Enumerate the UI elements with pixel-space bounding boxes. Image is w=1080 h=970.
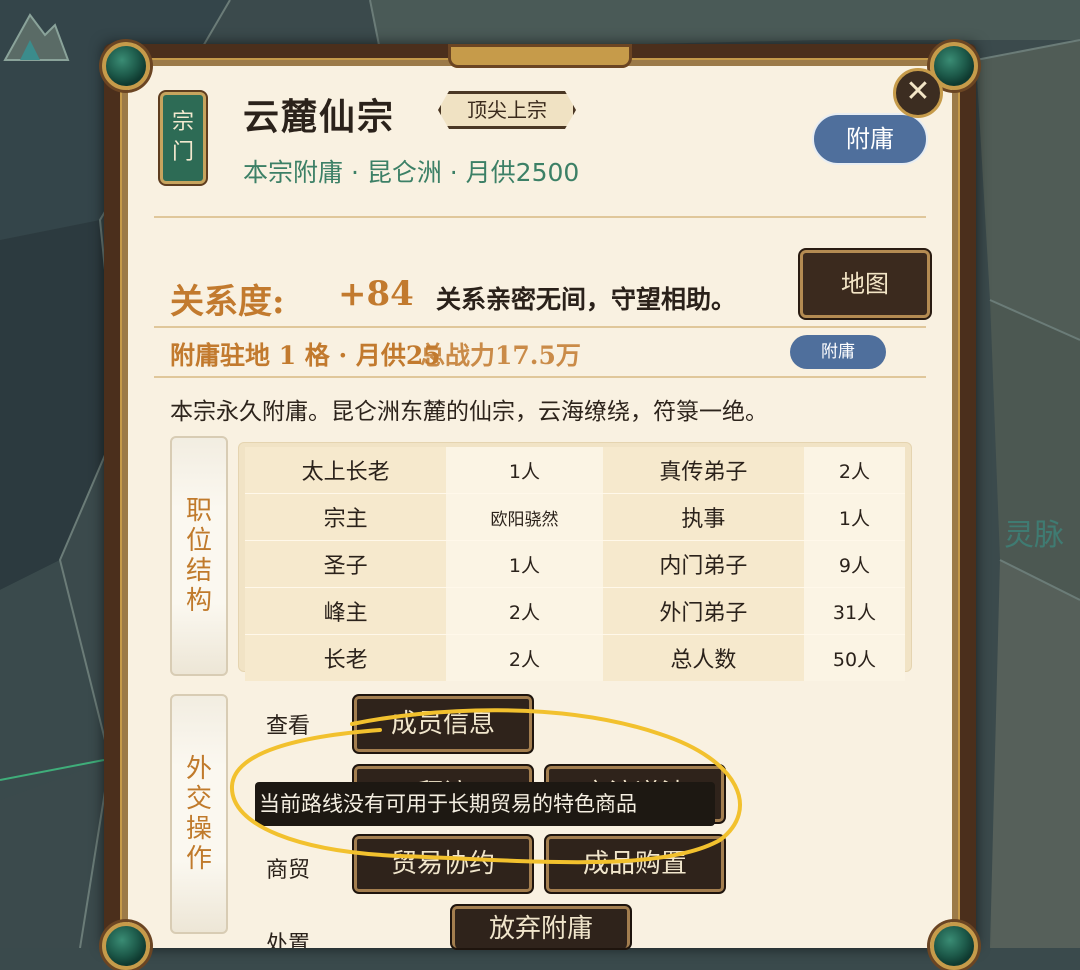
sect-subtitle: 本宗附庸 · 昆仑洲 · 月供2500 (243, 158, 580, 187)
jade-corner-ornament (102, 922, 150, 970)
diplomacy-section-tag: 外 交 操 作 (170, 694, 228, 934)
trade-pact-button[interactable]: 贸易协约 (354, 836, 532, 892)
sect-name: 云麓仙宗 (243, 96, 396, 138)
jade-corner-ornament (102, 42, 150, 90)
total-count: 50人 (803, 634, 905, 681)
member-info-button[interactable]: 成员信息 (354, 696, 532, 752)
position-label: 长老 (245, 634, 447, 681)
position-label: 执事 (602, 493, 804, 541)
territory-info-text: 附庸驻地 1 格 · 月供25 (170, 341, 441, 370)
position-count: 1人 (446, 540, 603, 588)
table-row: 长老 2人 总人数 50人 (245, 634, 905, 681)
close-icon: ✕ (905, 74, 931, 109)
rank-badge: 顶尖上宗 (438, 91, 576, 129)
trade-label: 商贸 (266, 858, 311, 883)
position-label: 总人数 (602, 634, 804, 681)
close-button[interactable]: ✕ (893, 68, 943, 118)
sect-type-seal: 宗 门 (160, 92, 206, 184)
jade-corner-ornament (930, 922, 978, 970)
map-region-label: 灵脉 (1004, 518, 1064, 553)
table-row: 圣子 1人 内门弟子 9人 (245, 540, 905, 588)
position-label: 真传弟子 (602, 447, 804, 494)
map-button[interactable]: 地图 (800, 250, 930, 318)
relation-description: 关系亲密无间，守望相助。 (436, 285, 737, 314)
view-label: 查看 (266, 714, 311, 739)
vassal-button[interactable]: 附庸 (812, 113, 928, 165)
dispose-label: 处置 (266, 932, 311, 948)
vassal-status-badge: 附庸 (790, 335, 886, 369)
trade-tooltip: 当前路线没有可用于长期贸易的特色商品 (255, 782, 715, 826)
sect-leader-name: 欧阳骁然 (446, 493, 603, 541)
goods-purchase-button[interactable]: 成品购置 (546, 836, 724, 892)
divider (154, 376, 926, 378)
position-structure-table: 太上长老 1人 真传弟子 2人 宗主 欧阳骁然 执事 1人 圣子 1人 内门弟子… (238, 442, 912, 681)
table-row: 宗主 欧阳骁然 执事 1人 (245, 493, 905, 541)
position-label: 圣子 (245, 540, 447, 588)
position-count: 9人 (803, 540, 905, 588)
divider (154, 326, 926, 328)
position-label: 内门弟子 (602, 540, 804, 588)
abandon-vassal-button[interactable]: 放弃附庸 (452, 906, 630, 948)
structure-section-tag: 职 位 结 构 (170, 436, 228, 676)
top-ornament (448, 44, 632, 68)
power-info-text: 总战力17.5万 (420, 341, 581, 370)
position-label: 外门弟子 (602, 587, 804, 635)
relation-value: +84 (338, 274, 414, 314)
position-label: 峰主 (245, 587, 447, 635)
position-label: 宗主 (245, 493, 447, 541)
table-row: 太上长老 1人 真传弟子 2人 (245, 447, 905, 494)
position-count: 2人 (446, 587, 603, 635)
divider (154, 216, 926, 218)
position-count: 1人 (803, 493, 905, 541)
mountain-icon (3, 13, 70, 61)
position-count: 2人 (446, 634, 603, 681)
position-count: 1人 (446, 447, 603, 494)
relation-label: 关系度: (170, 282, 285, 322)
table-row: 峰主 2人 外门弟子 31人 (245, 587, 905, 635)
position-label: 太上长老 (245, 447, 447, 494)
sect-description: 本宗永久附庸。昆仑洲东麓的仙宗，云海缭绕，符箓一绝。 (170, 399, 768, 425)
position-count: 31人 (803, 587, 905, 635)
position-count: 2人 (803, 447, 905, 494)
